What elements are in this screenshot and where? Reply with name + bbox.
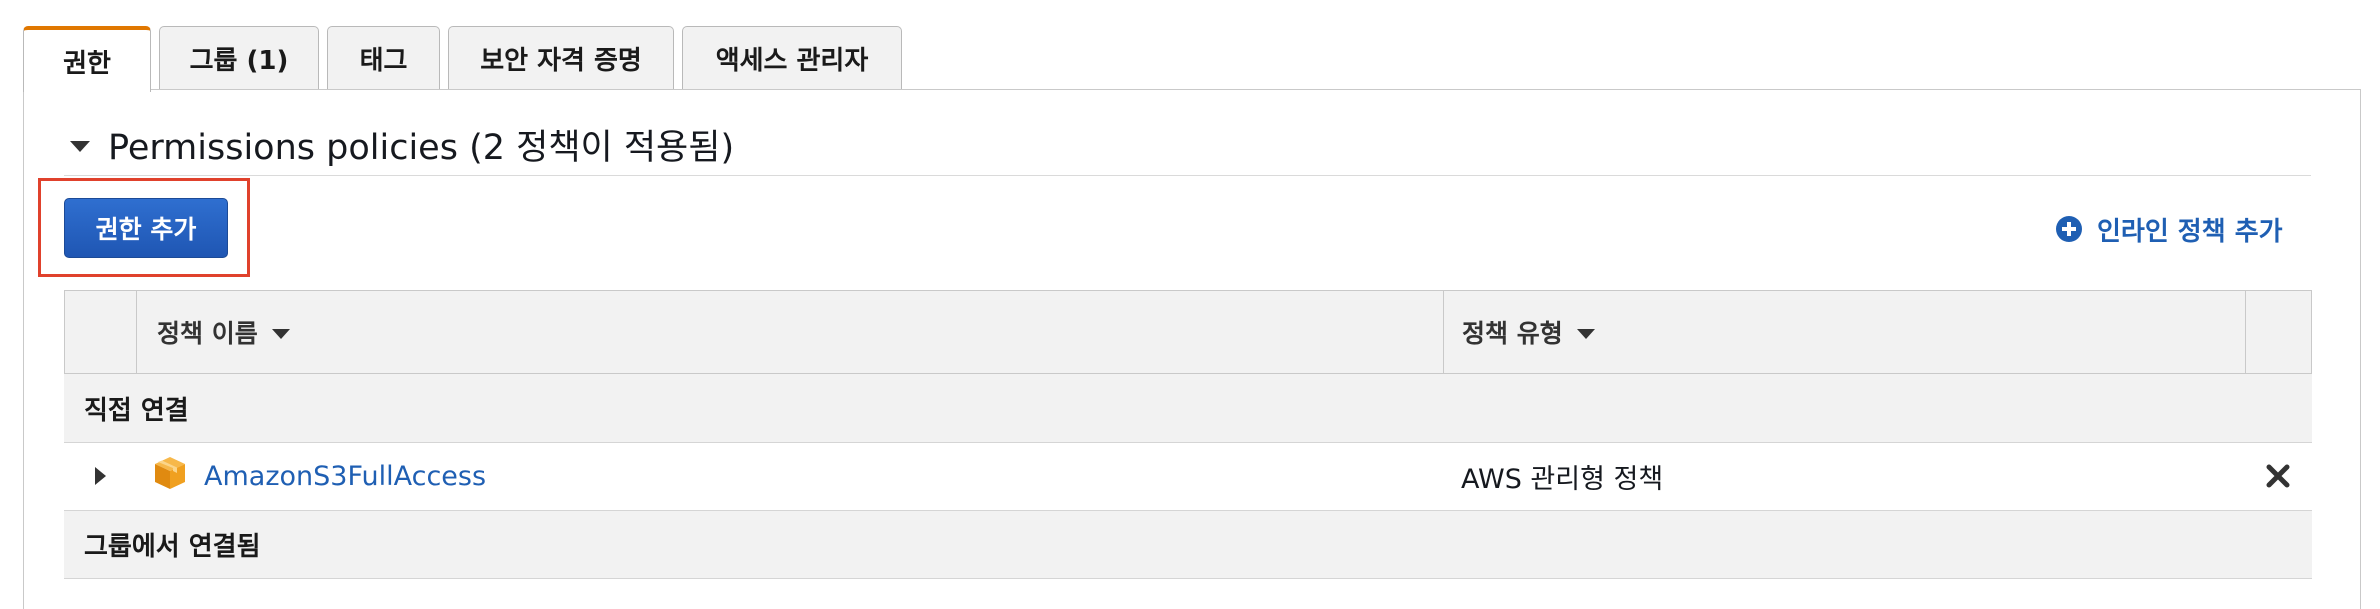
table-header: 정책 이름 정책 유형 bbox=[64, 290, 2312, 374]
tab-access-advisor[interactable]: 액세스 관리자 bbox=[682, 26, 902, 90]
column-divider bbox=[136, 291, 137, 373]
divider bbox=[64, 175, 2311, 176]
inline-policy-label: 인라인 정책 추가 bbox=[2097, 216, 2283, 247]
tab-permissions[interactable]: 권한 bbox=[23, 26, 151, 92]
policy-name-link[interactable]: AmazonS3FullAccess bbox=[204, 443, 486, 510]
tab-label: 태그 bbox=[359, 46, 408, 76]
policies-table: 정책 이름 정책 유형 직접 연결 AmazonS3FullAccess AWS… bbox=[64, 290, 2312, 579]
group-row-direct: 직접 연결 bbox=[64, 374, 2312, 443]
add-inline-policy-link[interactable]: 인라인 정책 추가 bbox=[2055, 209, 2283, 249]
column-divider bbox=[2245, 291, 2246, 373]
collapse-caret-icon[interactable] bbox=[70, 140, 90, 152]
group-row-from-group: 그룹에서 연결됨 bbox=[64, 511, 2312, 579]
column-header-policy-name[interactable]: 정책 이름 bbox=[157, 291, 290, 373]
tab-tags[interactable]: 태그 bbox=[327, 26, 440, 90]
expand-caret-icon[interactable] bbox=[95, 467, 106, 485]
section-title: Permissions policies (2 정책이 적용됨) bbox=[108, 127, 735, 168]
tab-label: 권한 bbox=[63, 48, 111, 79]
highlight-box bbox=[38, 178, 250, 277]
sort-caret-icon bbox=[1576, 329, 1595, 339]
aws-box-icon bbox=[155, 457, 185, 489]
column-label: 정책 이름 bbox=[157, 319, 258, 348]
sort-caret-icon bbox=[271, 329, 290, 339]
group-label: 그룹에서 연결됨 bbox=[84, 532, 261, 562]
tab-bar: 권한 그룹 (1) 태그 보안 자격 증명 액세스 관리자 bbox=[23, 26, 910, 92]
tab-security-credentials[interactable]: 보안 자격 증명 bbox=[448, 26, 674, 90]
tab-label: 그룹 (1) bbox=[189, 46, 289, 76]
tab-label: 액세스 관리자 bbox=[715, 46, 869, 76]
table-row: AmazonS3FullAccess AWS 관리형 정책 bbox=[64, 443, 2312, 511]
remove-policy-icon[interactable] bbox=[2265, 463, 2291, 489]
column-divider bbox=[1443, 291, 1444, 373]
group-label: 직접 연결 bbox=[84, 395, 189, 426]
column-header-policy-type[interactable]: 정책 유형 bbox=[1462, 291, 1595, 373]
column-label: 정책 유형 bbox=[1462, 319, 1563, 348]
plus-circle-icon bbox=[2056, 216, 2082, 242]
permissions-policies-header[interactable]: Permissions policies (2 정책이 적용됨) bbox=[70, 122, 734, 168]
policy-type: AWS 관리형 정책 bbox=[1461, 464, 1664, 495]
tab-label: 보안 자격 증명 bbox=[480, 46, 642, 76]
tab-groups[interactable]: 그룹 (1) bbox=[159, 26, 319, 90]
